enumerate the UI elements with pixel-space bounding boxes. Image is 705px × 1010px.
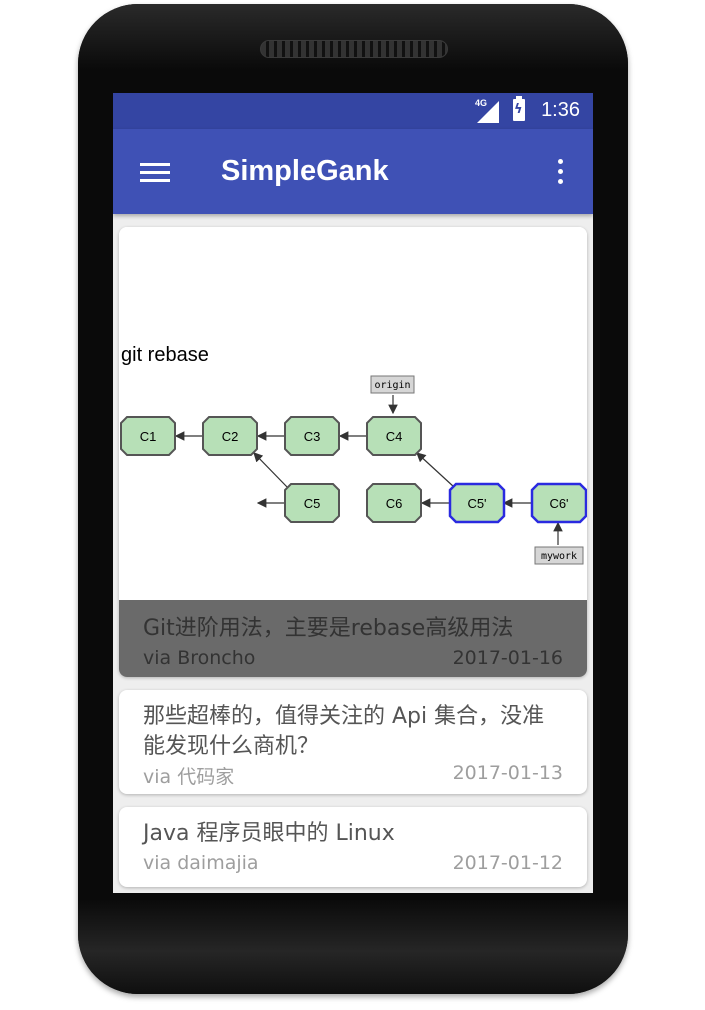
card-date: 2017-01-16 <box>452 647 563 669</box>
branch-tag-mywork: mywork <box>534 546 584 565</box>
card-title: Git进阶用法，主要是rebase高级用法 <box>143 616 514 641</box>
commit-node-c6-prime: C6' <box>530 482 587 524</box>
app-title: SimpleGank <box>221 155 389 187</box>
phone-speaker-grille <box>260 40 448 58</box>
svg-text:mywork: mywork <box>541 551 577 562</box>
hamburger-menu-icon[interactable] <box>140 163 170 183</box>
commit-node-c4: C4 <box>366 416 422 456</box>
feed-card-api-collection[interactable]: 那些超棒的，值得关注的 Api 集合，没准能发现什么商机？ via 代码家 20… <box>119 690 587 794</box>
commit-node-c2: C2 <box>202 416 258 456</box>
card-author: via Broncho <box>143 647 256 669</box>
svg-text:C2: C2 <box>222 429 239 444</box>
svg-text:C5': C5' <box>467 496 486 511</box>
phone-screen: 4G ϟ 1:36 SimpleGank git rebase C1 C2 C3… <box>113 93 593 893</box>
git-rebase-diagram: git rebase C1 C2 C3 C4 C5 C6 C5' C6' ori… <box>120 344 587 565</box>
commit-node-c3: C3 <box>284 416 340 456</box>
card-date: 2017-01-12 <box>452 852 563 874</box>
branch-tag-origin: origin <box>370 375 415 394</box>
card-author: via daimajia <box>143 852 259 874</box>
commit-node-c6: C6 <box>366 483 422 523</box>
svg-text:C6': C6' <box>549 496 568 511</box>
signal-icon <box>477 101 499 123</box>
svg-text:C6: C6 <box>386 496 403 511</box>
feed-card-java-linux[interactable]: Java 程序员眼中的 Linux via daimajia 2017-01-1… <box>119 807 587 887</box>
card-title: 那些超棒的，值得关注的 Api 集合，没准能发现什么商机？ <box>143 704 545 759</box>
more-vert-icon[interactable] <box>553 157 567 187</box>
battery-icon: ϟ <box>513 96 525 121</box>
svg-text:C3: C3 <box>304 429 321 444</box>
card-title: Java 程序员眼中的 Linux <box>143 821 395 846</box>
status-time: 1:36 <box>541 99 580 121</box>
svg-text:C4: C4 <box>386 429 403 444</box>
card-date: 2017-01-13 <box>452 762 563 784</box>
svg-text:C5: C5 <box>304 496 321 511</box>
card-caption-overlay: Git进阶用法，主要是rebase高级用法 via Broncho 2017-0… <box>119 600 587 677</box>
card-thumbnail-image: git rebase C1 C2 C3 C4 C5 C6 C5' C6' ori… <box>119 227 587 600</box>
feed-card-git-rebase[interactable]: git rebase C1 C2 C3 C4 C5 C6 C5' C6' ori… <box>119 227 587 677</box>
svg-text:C1: C1 <box>140 429 157 444</box>
status-bar: 4G ϟ 1:36 <box>113 93 593 129</box>
card-author: via 代码家 <box>143 766 235 788</box>
commit-node-c5-prime: C5' <box>448 482 506 524</box>
diagram-heading: git rebase <box>121 344 209 366</box>
app-bar: SimpleGank <box>113 129 593 214</box>
svg-text:origin: origin <box>374 380 410 391</box>
commit-node-c1: C1 <box>120 416 176 456</box>
commit-node-c5: C5 <box>284 483 340 523</box>
phone-bottom-bezel <box>78 899 628 994</box>
